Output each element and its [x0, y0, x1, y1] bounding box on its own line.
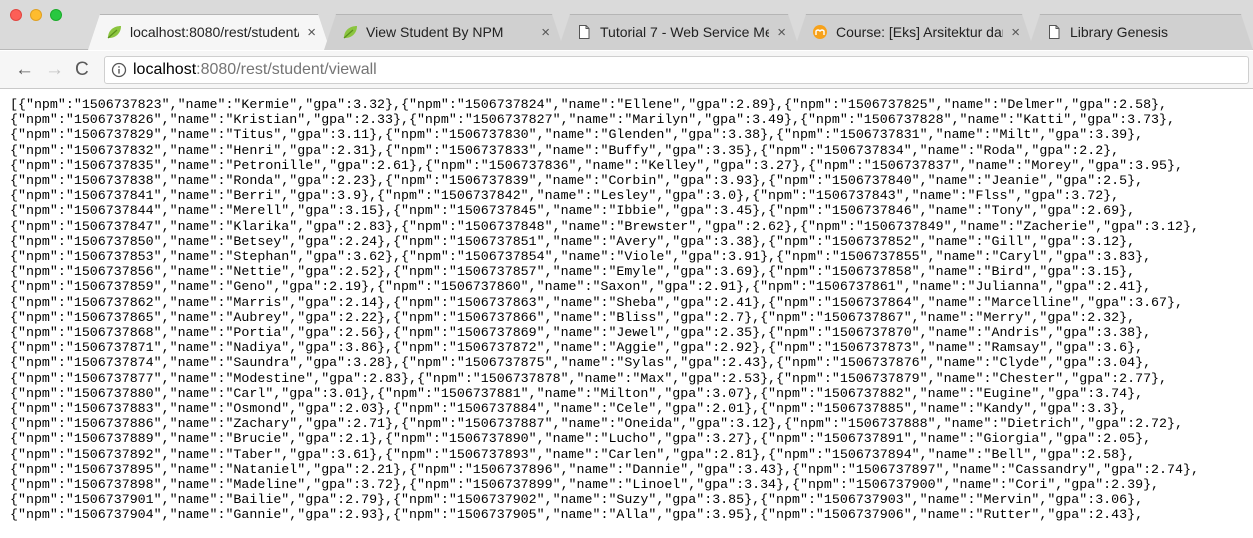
close-tab-icon[interactable]: ×	[777, 25, 786, 40]
json-text-line: {"npm":"1506737868","name":"Portia","gpa…	[10, 325, 1152, 341]
leaf-icon	[343, 26, 357, 39]
tab-library-genesis[interactable]: Library Genesis	[1028, 14, 1253, 50]
window-controls	[10, 9, 62, 21]
minimize-window-button[interactable]	[30, 9, 42, 21]
json-text-line: [{"npm":"1506737823","name":"Kermie","gp…	[10, 97, 1168, 112]
leaf-icon	[107, 26, 121, 39]
json-text-line: {"npm":"1506737847","name":"Klarika","gp…	[10, 218, 1199, 234]
json-text-line: {"npm":"1506737841","name":"Berri","gpa"…	[10, 188, 1120, 204]
json-text-line: {"npm":"1506737871","name":"Nadiya","gpa…	[10, 340, 1144, 356]
close-window-button[interactable]	[10, 9, 22, 21]
tab-title: localhost:8080/rest/student/v	[130, 24, 300, 40]
tab-view-student-by-npm[interactable]: View Student By NPM ×	[324, 14, 564, 50]
info-icon[interactable]	[111, 62, 127, 78]
json-response-body: [{"npm":"1506737823","name":"Kermie","gp…	[0, 89, 1253, 538]
close-tab-icon[interactable]: ×	[1011, 25, 1020, 40]
tab-title: Course: [Eks] Arsitektur dan P	[836, 24, 1003, 40]
json-text-line: {"npm":"1506737874","name":"Saundra","gp…	[10, 355, 1152, 371]
json-text-line: {"npm":"1506737853","name":"Stephan","gp…	[10, 249, 1152, 265]
json-text-line: {"npm":"1506737901","name":"Bailie","gpa…	[10, 492, 1144, 508]
json-text-line: {"npm":"1506737832","name":"Henri","gpa"…	[10, 142, 1120, 158]
json-text-line: {"npm":"1506737859","name":"Geno","gpa":…	[10, 279, 1152, 295]
tab-strip: localhost:8080/rest/student/v × View Stu…	[0, 0, 1253, 50]
forward-button[interactable]: →	[45, 60, 64, 79]
tab-title: Tutorial 7 - Web Service Meng	[600, 24, 770, 40]
moodle-icon	[813, 25, 827, 39]
url-host: localhost	[133, 61, 197, 78]
json-text-line: {"npm":"1506737883","name":"Osmond","gpa…	[10, 401, 1128, 417]
tab-title: View Student By NPM	[366, 24, 504, 40]
json-text-line: {"npm":"1506737886","name":"Zachary","gp…	[10, 416, 1183, 432]
json-text-line: {"npm":"1506737838","name":"Ronda","gpa"…	[10, 173, 1144, 189]
reload-button[interactable]: C	[75, 60, 89, 79]
json-text-line: {"npm":"1506737880","name":"Carl","gpa":…	[10, 385, 1144, 401]
json-text-line: {"npm":"1506737889","name":"Brucie","gpa…	[10, 431, 1152, 447]
json-text-line: {"npm":"1506737835","name":"Petronille",…	[10, 157, 1183, 173]
json-text-line: {"npm":"1506737898","name":"Madeline","g…	[10, 477, 1160, 493]
zoom-window-button[interactable]	[50, 9, 62, 21]
json-text-line: {"npm":"1506737844","name":"Merell","gpa…	[10, 203, 1136, 219]
tab-tutorial-7[interactable]: Tutorial 7 - Web Service Meng ×	[558, 14, 800, 50]
json-text-line: {"npm":"1506737877","name":"Modestine","…	[10, 370, 1168, 386]
tab-student-viewall[interactable]: localhost:8080/rest/student/v ×	[88, 14, 330, 50]
json-text-line: {"npm":"1506737826","name":"Kristian","g…	[10, 112, 1175, 128]
close-tab-icon[interactable]: ×	[541, 25, 550, 40]
json-text-line: {"npm":"1506737829","name":"Titus","gpa"…	[10, 127, 1144, 143]
tab-course-arsitektur[interactable]: Course: [Eks] Arsitektur dan P ×	[794, 14, 1034, 50]
close-tab-icon[interactable]: ×	[307, 25, 316, 40]
address-bar[interactable]: localhost:8080/rest/student/viewall	[104, 56, 1249, 84]
json-text-line: {"npm":"1506737904","name":"Gannie","gpa…	[10, 507, 1144, 523]
json-text-line: {"npm":"1506737850","name":"Betsey","gpa…	[10, 233, 1136, 249]
document-icon	[579, 25, 590, 39]
json-text-line: {"npm":"1506737892","name":"Taber","gpa"…	[10, 446, 1136, 462]
url-text[interactable]: localhost:8080/rest/student/viewall	[133, 61, 377, 79]
tab-title: Library Genesis	[1070, 24, 1169, 40]
json-text-line: {"npm":"1506737895","name":"Nataniel","g…	[10, 461, 1199, 477]
browser-toolbar: ← → C localhost:8080/rest/student/viewal…	[0, 51, 1253, 89]
json-text-line: {"npm":"1506737856","name":"Nettie","gpa…	[10, 264, 1136, 280]
back-button[interactable]: ←	[15, 60, 34, 79]
json-text-line: {"npm":"1506737862","name":"Marris","gpa…	[10, 294, 1183, 310]
url-path: :8080/rest/student/viewall	[196, 61, 377, 78]
document-icon	[1049, 25, 1060, 39]
json-text-line: {"npm":"1506737865","name":"Aubrey","gpa…	[10, 309, 1136, 325]
